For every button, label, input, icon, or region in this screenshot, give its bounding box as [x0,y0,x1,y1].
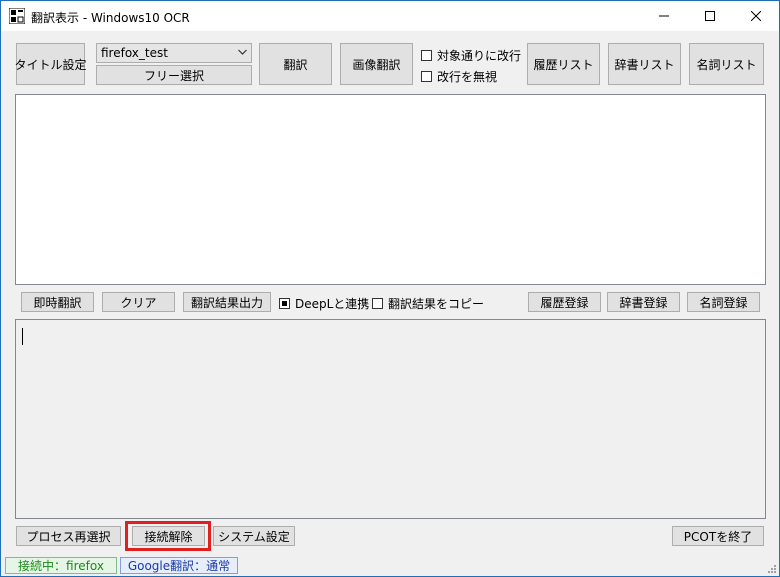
ignore-linebreak-checkbox-box[interactable] [421,71,432,82]
window-title: 翻訳表示 - Windows10 OCR [31,11,190,25]
deepl-checkbox-label: DeepLと連携 [295,297,370,311]
main-window: 翻訳表示 - Windows10 OCR タイトル設定 firefox_test… [0,0,780,577]
linebreak-checkbox-label: 対象通りに改行 [437,49,522,63]
noun-list-button[interactable]: 名詞リスト [689,43,764,85]
instant-translate-button[interactable]: 即時翻訳 [21,292,94,312]
title-setting-button[interactable]: タイトル設定 [15,43,87,85]
process-select[interactable]: firefox_test [96,43,252,63]
copy-result-checkbox-label: 翻訳結果をコピー [388,297,485,311]
noun-register-button[interactable]: 名詞登録 [687,292,760,312]
image-translate-button[interactable]: 画像翻訳 [340,43,413,85]
translate-button[interactable]: 翻訳 [259,43,332,85]
history-list-button[interactable]: 履歴リスト [527,43,600,85]
resize-grip-icon[interactable] [767,564,777,574]
reselect-process-button[interactable]: プロセス再選択 [16,526,121,546]
ignore-linebreak-checkbox-label: 改行を無視 [437,70,498,84]
copy-result-checkbox-box[interactable] [372,298,383,309]
linebreak-checkbox[interactable]: 対象通りに改行 [421,47,521,64]
minimize-icon [659,15,669,17]
history-register-button[interactable]: 履歴登録 [528,292,601,312]
deepl-checkbox[interactable]: DeepLと連携 [279,295,369,312]
close-button[interactable] [733,1,779,31]
app-icon [9,8,25,24]
source-text-area[interactable] [15,94,766,285]
ignore-linebreak-checkbox[interactable]: 改行を無視 [421,68,497,85]
google-mode-status: Google翻訳：通常 [120,557,238,574]
highlight-box [125,521,211,551]
maximize-button[interactable] [687,1,733,31]
linebreak-checkbox-box[interactable] [421,50,432,61]
minimize-button[interactable] [641,1,687,31]
process-select-value: firefox_test [101,46,168,60]
connection-status: 接続中：firefox [5,557,117,574]
text-caret [22,328,23,345]
output-result-button[interactable]: 翻訳結果出力 [183,292,271,312]
system-settings-button[interactable]: システム設定 [213,526,295,546]
chevron-down-icon [238,49,247,55]
close-icon [751,11,761,21]
maximize-icon [705,11,715,21]
deepl-checkbox-box[interactable] [279,298,290,309]
clear-button[interactable]: クリア [102,292,175,312]
dictionary-list-button[interactable]: 辞書リスト [608,43,681,85]
free-select-button[interactable]: フリー選択 [96,65,252,85]
exit-button[interactable]: PCOTを終了 [672,526,764,546]
title-bar[interactable]: 翻訳表示 - Windows10 OCR [1,1,779,31]
result-text-area[interactable] [15,319,766,519]
dictionary-register-button[interactable]: 辞書登録 [607,292,680,312]
copy-result-checkbox[interactable]: 翻訳結果をコピー [372,295,484,312]
